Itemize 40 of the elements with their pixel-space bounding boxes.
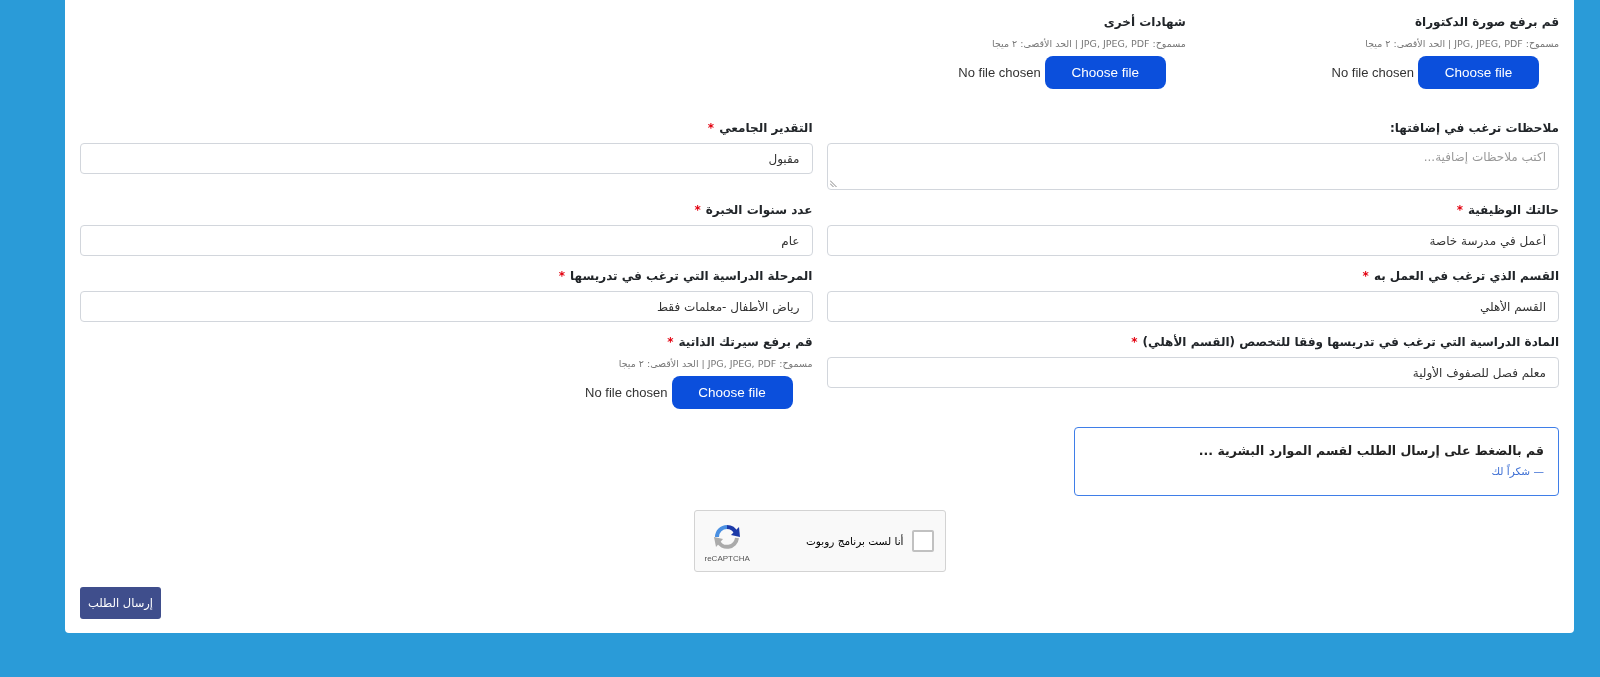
- required-asterisk: *: [694, 204, 701, 216]
- field-label: التقدير الجامعي: [719, 121, 813, 135]
- required-asterisk: *: [707, 122, 715, 134]
- required-asterisk: *: [1131, 336, 1138, 348]
- field-label: القسم الذي ترغب في العمل به: [1373, 269, 1559, 283]
- captcha-checkbox[interactable]: [911, 530, 934, 552]
- field-label: ملاحظات ترغب في إضافتها:: [1389, 121, 1559, 135]
- text-field[interactable]: مقبول: [80, 143, 813, 174]
- field-label: المادة الدراسية التي ترغب في تدريسها وفقا للتخصص (القسم الأهلي): [1142, 335, 1559, 349]
- choose-file-button[interactable]: Choose file: [671, 376, 793, 409]
- file-status-text: No file chosen: [1331, 65, 1414, 80]
- notes-field[interactable]: اكتب ملاحظات إضافية...: [826, 143, 1559, 190]
- submit-button[interactable]: إرسال الطلب: [80, 587, 161, 619]
- field-label: عدد سنوات الخبرة: [705, 203, 813, 217]
- required-asterisk: *: [667, 336, 674, 348]
- field-label: المرحلة الدراسية التي ترغب في تدريسها: [570, 269, 813, 283]
- notice-signature: — شكراً لك: [1491, 465, 1544, 477]
- captcha-label: أنا لست برنامج روبوت: [805, 535, 904, 547]
- file-hint: مسموح: JPG, JPEG, PDF | الحد الأقصى: ٢ ميجا: [1365, 37, 1559, 50]
- choose-file-button[interactable]: Choose file: [1418, 56, 1539, 89]
- required-asterisk: *: [1456, 204, 1463, 216]
- field-label: حالتك الوظيفية: [1467, 203, 1559, 217]
- choose-file-button[interactable]: Choose file: [1044, 56, 1166, 89]
- resize-handle-icon: [829, 180, 837, 187]
- text-field[interactable]: عام: [80, 225, 813, 256]
- text-field[interactable]: رياض الأطفال -معلمات فقط: [80, 291, 813, 322]
- text-field[interactable]: القسم الأهلي: [826, 291, 1559, 322]
- file-status-text: No file chosen: [585, 385, 668, 400]
- text-field[interactable]: معلم فصل للصفوف الأولية: [826, 357, 1559, 388]
- field-label: قم برفع سيرتك الذاتية: [678, 335, 813, 349]
- file-status-text: No file chosen: [958, 65, 1041, 80]
- field-label: شهادات أخرى: [1103, 15, 1186, 29]
- field-label: قم برفع صورة الدكتوراة: [1415, 15, 1559, 29]
- captcha-brand: reCAPTCHA: [704, 554, 750, 563]
- circular-arrows-icon: [713, 523, 742, 551]
- required-asterisk: *: [558, 270, 566, 282]
- required-asterisk: *: [1362, 270, 1369, 282]
- file-hint: مسموح: JPG, JPEG, PDF | الحد الأقصى: ٢ ميجا: [992, 37, 1186, 50]
- file-hint: مسموح: JPG, JPEG, PDF | الحد الأقصى: ٢ ميجا: [618, 357, 813, 370]
- notice-message: قم بالضغط على إرسال الطلب لقسم الموارد البشرية ...: [1198, 443, 1544, 458]
